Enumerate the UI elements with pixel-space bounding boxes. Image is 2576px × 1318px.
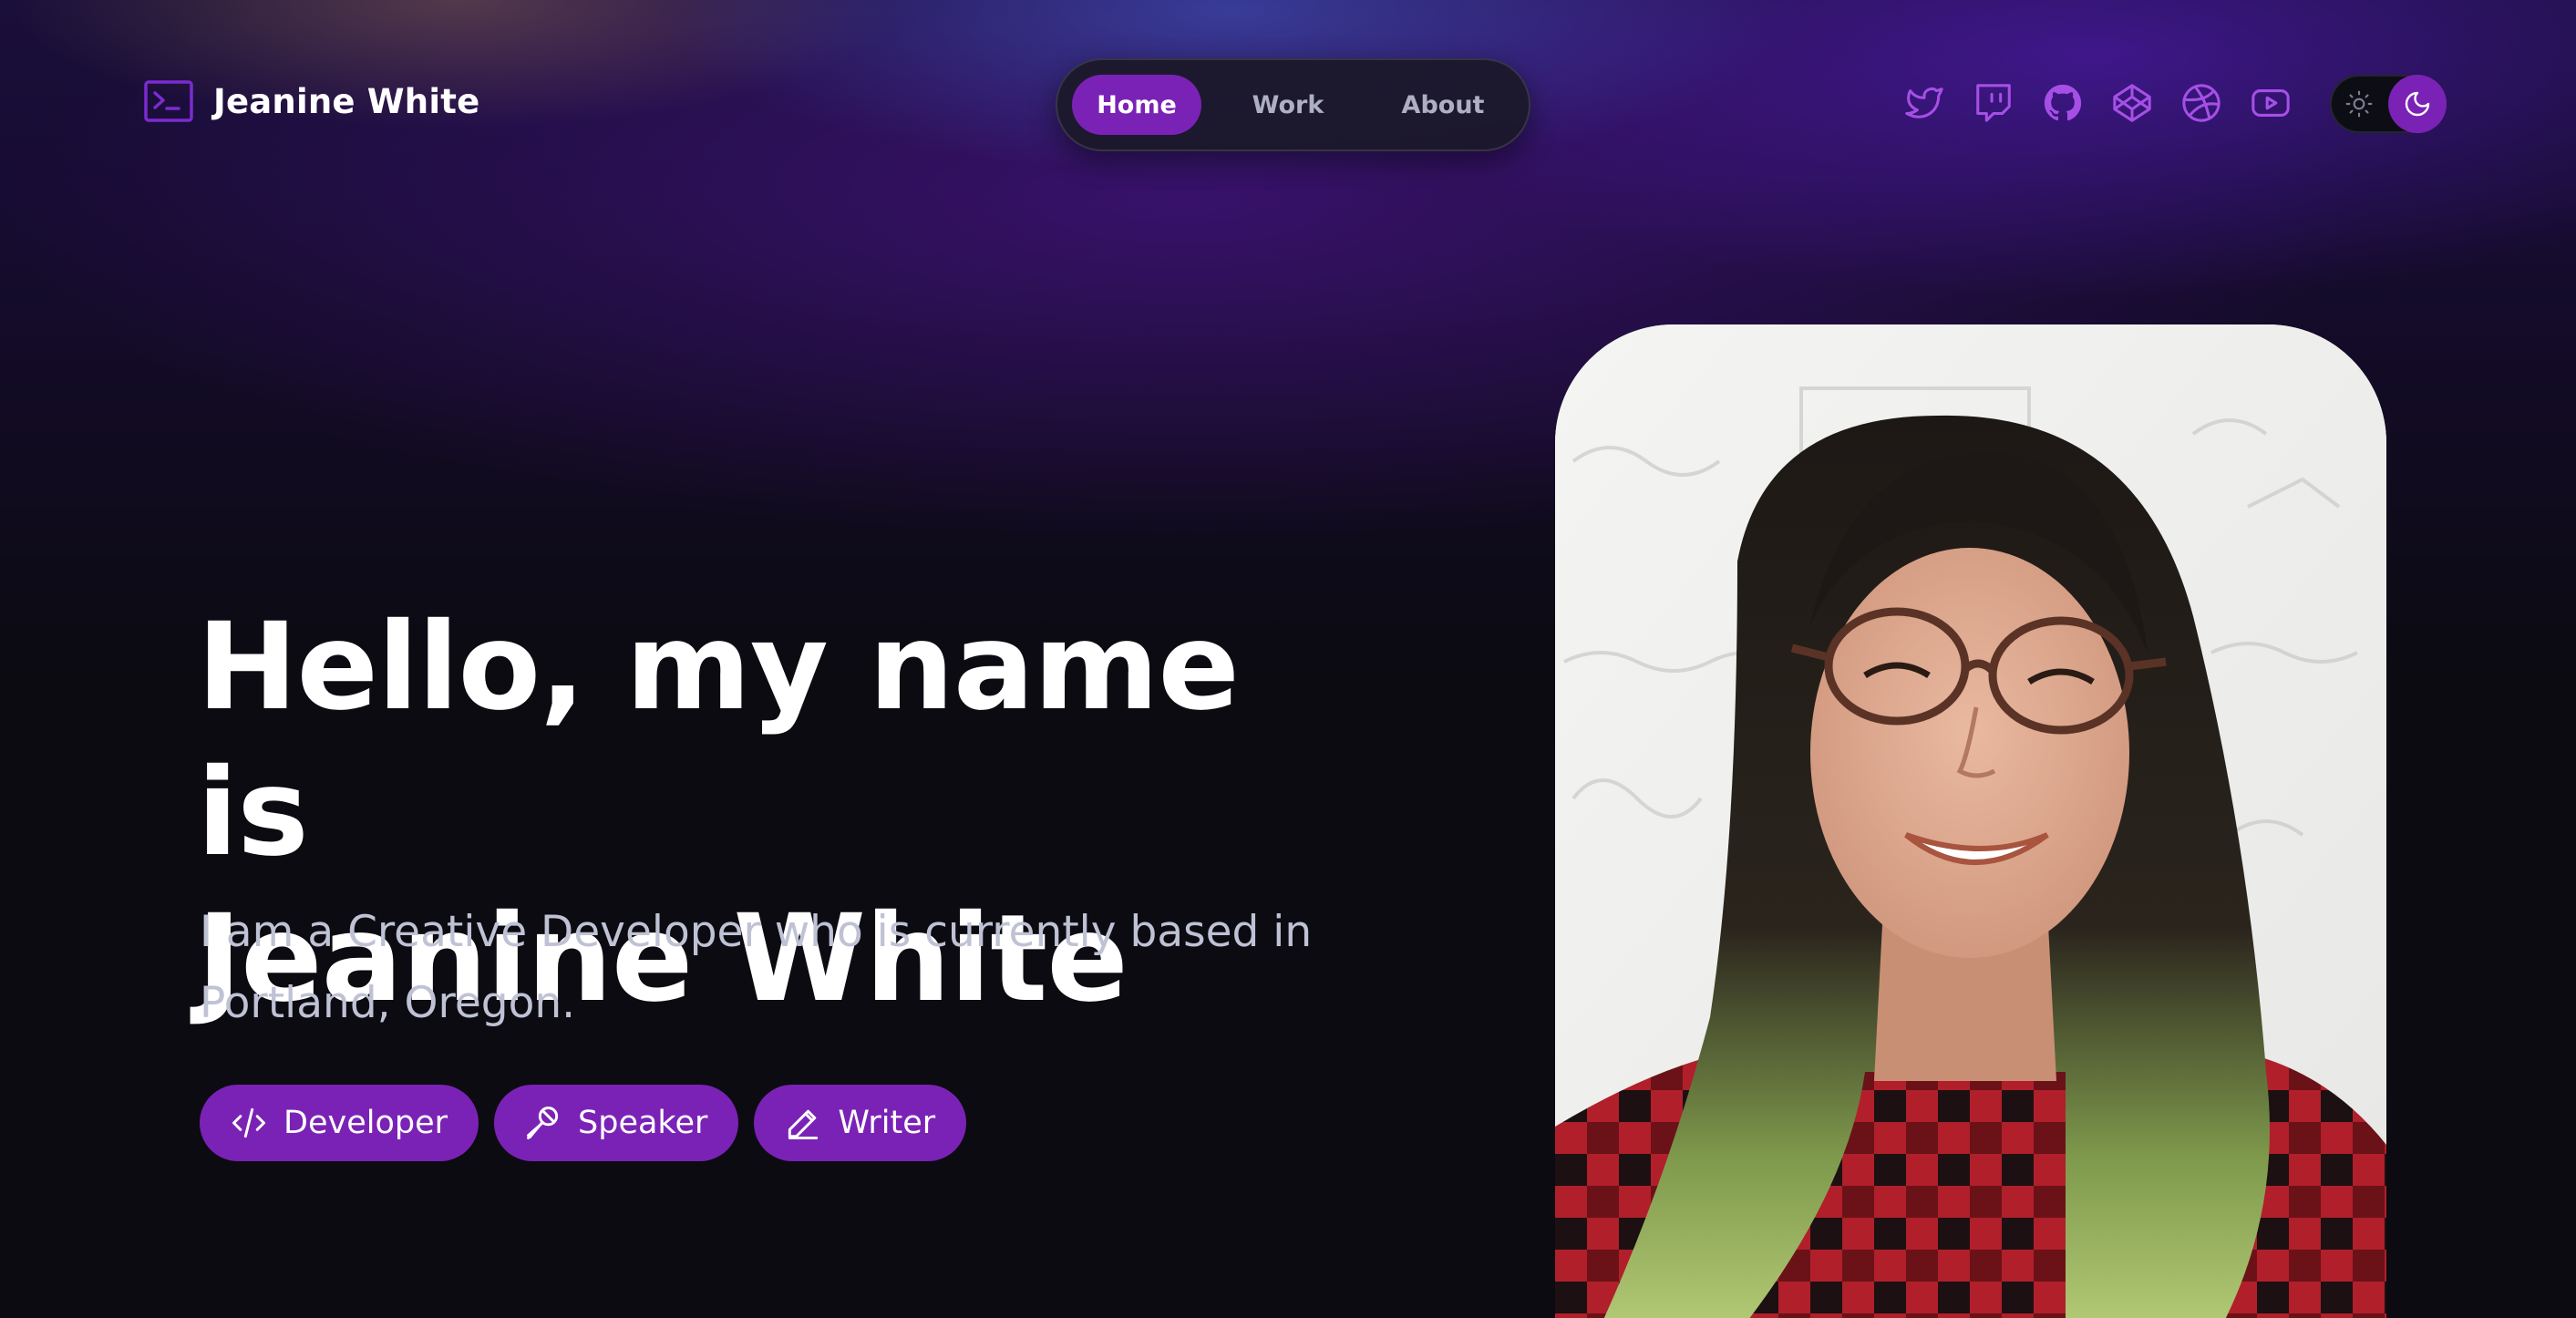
terminal-icon (144, 80, 193, 122)
dribbble-icon[interactable] (2180, 82, 2222, 124)
nav-about[interactable]: About (1375, 75, 1511, 135)
tag-developer[interactable]: Developer (200, 1085, 479, 1161)
role-tags: Developer Speaker Writer (200, 1085, 967, 1161)
social-links (1903, 82, 2292, 124)
code-icon (232, 1107, 265, 1138)
moon-icon (2405, 91, 2430, 117)
youtube-icon[interactable] (2250, 82, 2292, 124)
toggle-knob (2388, 75, 2447, 133)
main-nav: Home Work About (1056, 58, 1530, 151)
hero-subtitle: I am a Creative Developer who is current… (200, 907, 1313, 1028)
nav-work[interactable]: Work (1201, 75, 1375, 135)
site-name: Jeanine White (213, 81, 480, 121)
sun-icon (2345, 90, 2373, 118)
hero-title-line-1: Hello, my name is (197, 597, 1240, 883)
tag-speaker[interactable]: Speaker (494, 1085, 739, 1161)
page: Jeanine White Home Work About Hello, my … (0, 0, 2576, 1318)
pencil-icon (788, 1109, 819, 1139)
microphone-icon (527, 1107, 559, 1139)
codepen-icon[interactable] (2111, 82, 2153, 124)
github-icon[interactable] (2042, 82, 2084, 124)
twitch-icon[interactable] (1973, 82, 2014, 124)
theme-toggle[interactable] (2330, 75, 2447, 133)
tag-label: Writer (838, 1105, 936, 1141)
nav-home[interactable]: Home (1072, 75, 1201, 135)
tag-label: Speaker (578, 1105, 708, 1141)
tag-label: Developer (283, 1105, 448, 1141)
tag-writer[interactable]: Writer (754, 1085, 967, 1161)
profile-photo (1555, 324, 2386, 1318)
site-logo[interactable]: Jeanine White (144, 80, 479, 122)
twitter-icon[interactable] (1903, 82, 1945, 124)
